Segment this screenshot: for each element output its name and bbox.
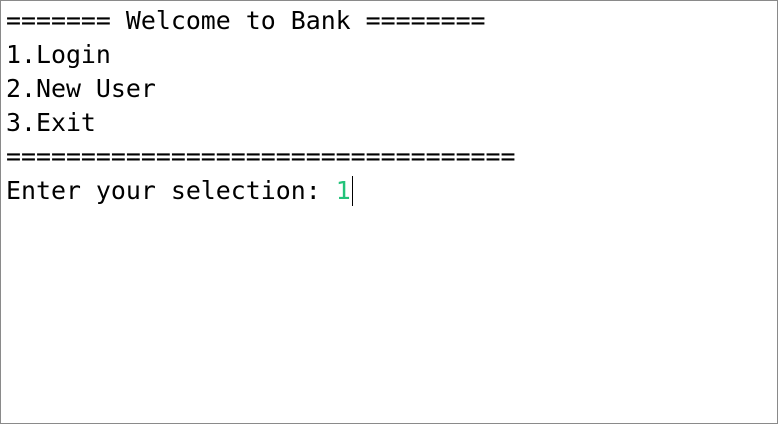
- console-output: ======= Welcome to Bank ======== 1.Login…: [6, 4, 516, 208]
- text-cursor: [351, 176, 353, 206]
- separator-line: ==================================: [6, 142, 516, 171]
- menu-item-login: 1.Login: [6, 40, 111, 69]
- console-window[interactable]: ======= Welcome to Bank ======== 1.Login…: [0, 0, 778, 424]
- selection-input-value[interactable]: 1: [336, 176, 351, 205]
- selection-prompt-label: Enter your selection:: [6, 176, 336, 205]
- welcome-header: ======= Welcome to Bank ========: [6, 6, 486, 35]
- menu-item-exit: 3.Exit: [6, 108, 96, 137]
- menu-item-new-user: 2.New User: [6, 74, 156, 103]
- selection-prompt-line[interactable]: Enter your selection: 1: [6, 174, 516, 208]
